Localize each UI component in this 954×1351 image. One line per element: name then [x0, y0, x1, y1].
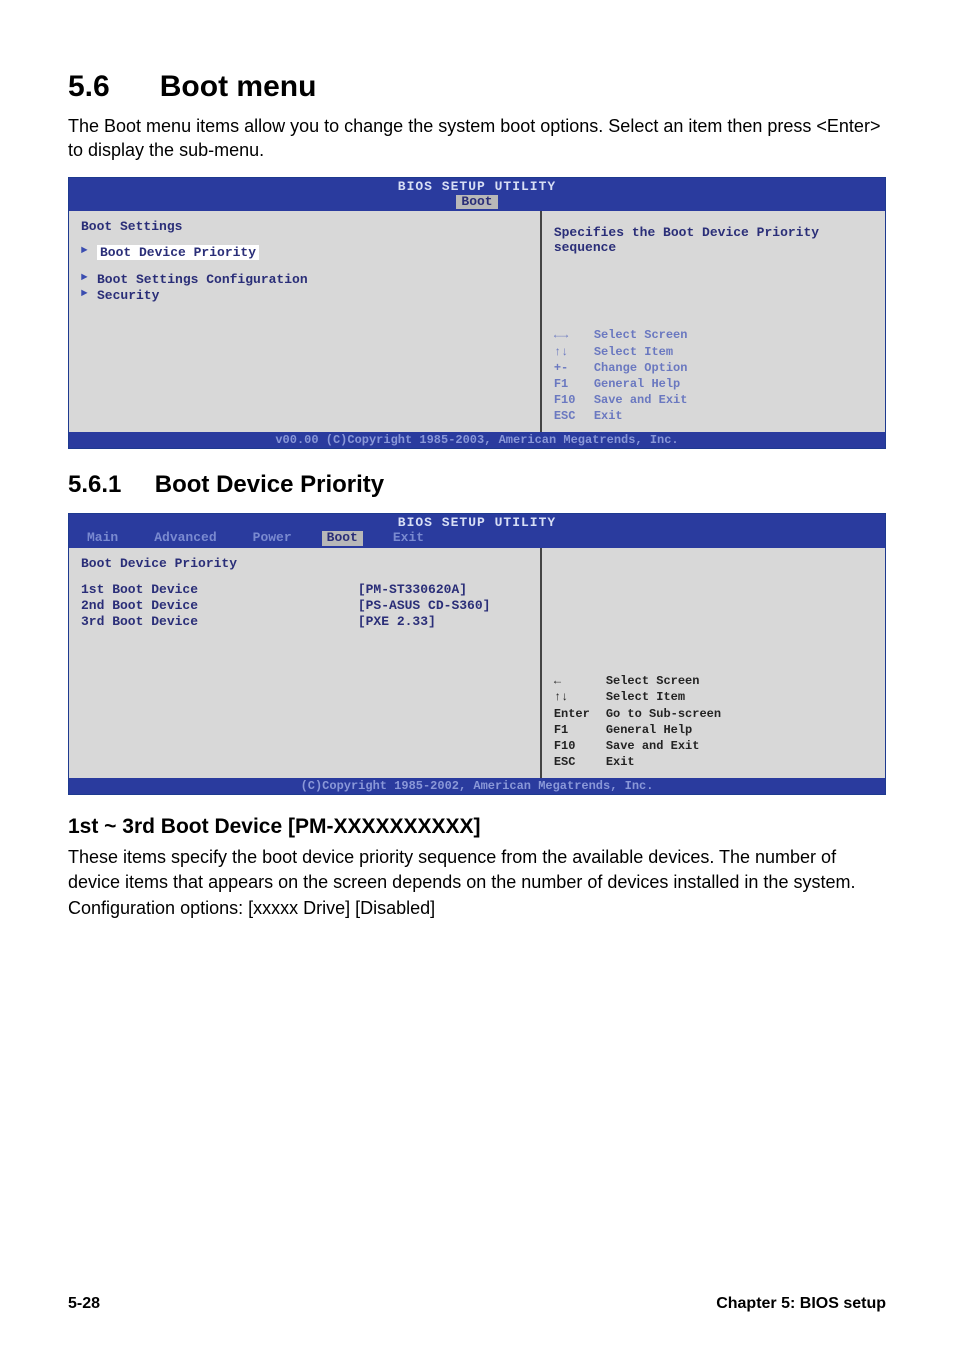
bios-nav-legend: ←→Select Screen ↑↓Select Item +-Change O…	[554, 327, 873, 424]
submenu-arrow-icon: ►	[81, 245, 97, 257]
bios-title: BIOS SETUP UTILITY	[69, 180, 885, 195]
bios-copyright: v00.00 (C)Copyright 1985-2003, American …	[69, 432, 885, 448]
chapter-label: Chapter 5: BIOS setup	[716, 1295, 886, 1313]
nav-key: ←	[554, 673, 606, 689]
bios-nav-legend: ←Select Screen ↑↓Select Item EnterGo to …	[554, 673, 873, 770]
bios-item-label: 2nd Boot Device	[81, 598, 358, 613]
bios-right-pane: ←Select Screen ↑↓Select Item EnterGo to …	[542, 548, 885, 778]
bios-item-value: [PS-ASUS CD-S360]	[358, 598, 528, 613]
bios-left-title: Boot Settings	[81, 219, 528, 234]
section-title: Boot menu	[160, 70, 317, 103]
submenu-arrow-icon: ►	[81, 272, 97, 284]
nav-key: ↑↓	[554, 344, 594, 360]
bios-row-1st-boot-device[interactable]: 1st Boot Device [PM-ST330620A]	[81, 582, 528, 597]
bios-left-pane: Boot Device Priority 1st Boot Device [PM…	[69, 548, 542, 778]
nav-key: Enter	[554, 706, 606, 722]
subsection-heading: 5.6.1 Boot Device Priority	[68, 471, 886, 499]
bios-panel-boot-priority: BIOS SETUP UTILITY Main Advanced Power B…	[68, 513, 886, 795]
bios-item-boot-device-priority[interactable]: ► Boot Device Priority	[81, 245, 528, 260]
bios-body: Boot Settings ► Boot Device Priority ► B…	[69, 211, 885, 432]
bios-item-value: [PXE 2.33]	[358, 614, 528, 629]
bios-left-title: Boot Device Priority	[81, 556, 528, 571]
bios-right-pane: Specifies the Boot Device Priority seque…	[542, 211, 885, 432]
nav-key: ↑↓	[554, 689, 606, 705]
nav-label: Exit	[606, 754, 635, 770]
bios-tab-power[interactable]: Power	[247, 531, 298, 546]
bios-item-boot-settings-config[interactable]: ► Boot Settings Configuration	[81, 272, 528, 287]
nav-label: Select Item	[594, 344, 673, 360]
nav-key: +-	[554, 360, 594, 376]
nav-label: Select Screen	[594, 327, 688, 343]
nav-label: Save and Exit	[606, 738, 700, 754]
bios-panel-boot-settings: BIOS SETUP UTILITY Boot Boot Settings ► …	[68, 177, 886, 450]
page-number: 5-28	[68, 1295, 100, 1313]
bios-item-security[interactable]: ► Security	[81, 288, 528, 303]
bios-copyright: (C)Copyright 1985-2002, American Megatre…	[69, 778, 885, 794]
nav-label: Save and Exit	[594, 392, 688, 408]
bios-titlebar: BIOS SETUP UTILITY Boot	[69, 178, 885, 212]
bios-titlebar: BIOS SETUP UTILITY Main Advanced Power B…	[69, 514, 885, 548]
bios-item-label: 3rd Boot Device	[81, 614, 358, 629]
page-footer: 5-28 Chapter 5: BIOS setup	[68, 1295, 886, 1313]
nav-label: Select Item	[606, 689, 685, 705]
nav-label: Exit	[594, 408, 623, 424]
nav-key: ESC	[554, 754, 606, 770]
item-heading: 1st ~ 3rd Boot Device [PM-XXXXXXXXXX]	[68, 815, 886, 839]
bios-item-label: Boot Settings Configuration	[97, 272, 308, 287]
submenu-arrow-icon: ►	[81, 288, 97, 300]
subsection-title: Boot Device Priority	[155, 471, 384, 498]
subsection-number: 5.6.1	[68, 471, 121, 498]
bios-tab-main[interactable]: Main	[81, 531, 124, 546]
bios-tab-advanced[interactable]: Advanced	[148, 531, 222, 546]
nav-label: General Help	[606, 722, 692, 738]
bios-item-label: 1st Boot Device	[81, 582, 358, 597]
bios-body: Boot Device Priority 1st Boot Device [PM…	[69, 548, 885, 778]
nav-key: F10	[554, 738, 606, 754]
nav-label: Select Screen	[606, 673, 700, 689]
bios-row-2nd-boot-device[interactable]: 2nd Boot Device [PS-ASUS CD-S360]	[81, 598, 528, 613]
bios-tab-exit[interactable]: Exit	[387, 531, 430, 546]
nav-key: ←→	[554, 327, 594, 343]
item-config-options: Configuration options: [xxxxx Drive] [Di…	[68, 896, 886, 920]
bios-tabs: Main Advanced Power Boot Exit	[69, 531, 885, 548]
bios-item-value: [PM-ST330620A]	[358, 582, 528, 597]
bios-tab-boot[interactable]: Boot	[322, 531, 363, 546]
bios-title: BIOS SETUP UTILITY	[69, 516, 885, 531]
bios-item-label: Security	[97, 288, 159, 303]
bios-help-text: Specifies the Boot Device Priority seque…	[554, 225, 873, 255]
section-number: 5.6	[68, 70, 110, 103]
nav-label: Go to Sub-screen	[606, 706, 721, 722]
nav-label: Change Option	[594, 360, 688, 376]
bios-row-3rd-boot-device[interactable]: 3rd Boot Device [PXE 2.33]	[81, 614, 528, 629]
bios-left-pane: Boot Settings ► Boot Device Priority ► B…	[69, 211, 542, 432]
section-intro: The Boot menu items allow you to change …	[68, 114, 886, 163]
section-heading: 5.6 Boot menu	[68, 70, 886, 104]
bios-tab-boot[interactable]: Boot	[456, 195, 497, 210]
nav-key: F1	[554, 722, 606, 738]
bios-item-label: Boot Device Priority	[97, 245, 259, 260]
item-paragraph: These items specify the boot device prio…	[68, 845, 886, 894]
nav-key: ESC	[554, 408, 594, 424]
bios-tabs: Boot	[69, 195, 885, 212]
nav-key: F10	[554, 392, 594, 408]
nav-key: F1	[554, 376, 594, 392]
nav-label: General Help	[594, 376, 680, 392]
